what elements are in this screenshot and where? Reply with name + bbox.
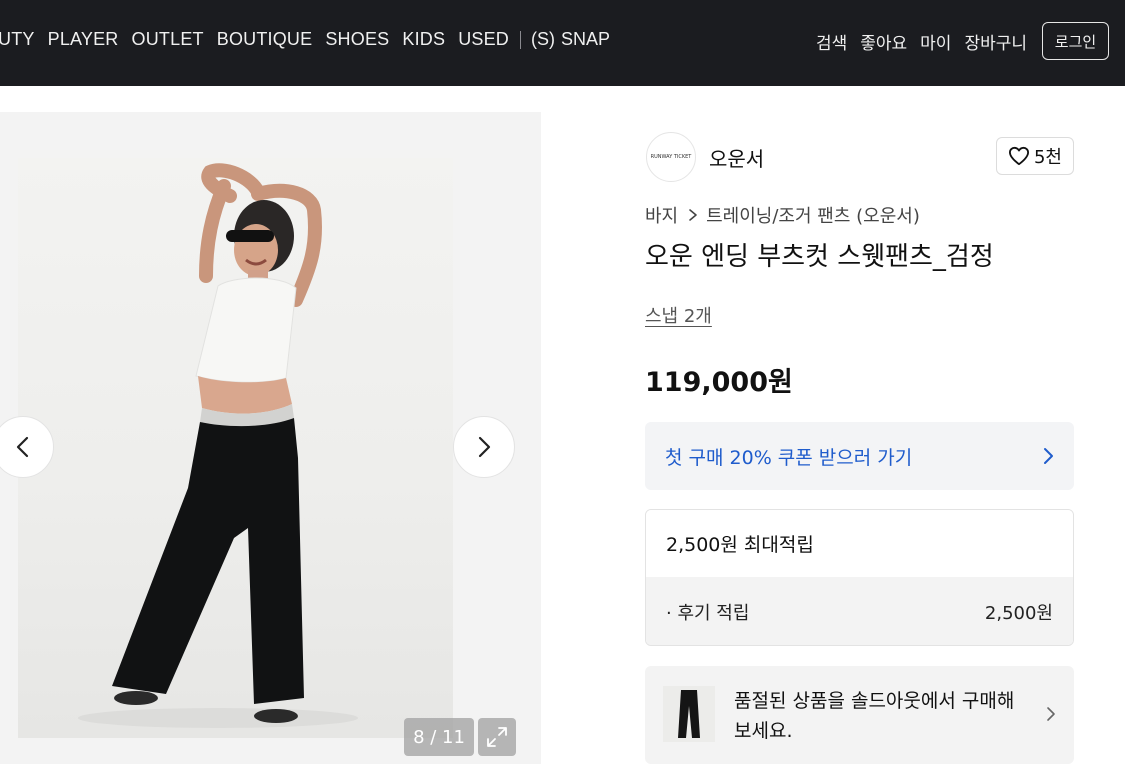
search-link[interactable]: 검색: [816, 29, 847, 54]
nav-item-outlet[interactable]: OUTLET: [132, 29, 204, 50]
chevron-right-icon: [1047, 707, 1055, 721]
cart-link[interactable]: 장바구니: [964, 29, 1027, 54]
category-nav: UTY PLAYER OUTLET BOUTIQUE SHOES KIDS US…: [0, 29, 610, 50]
expand-icon: [487, 727, 507, 747]
chevron-right-icon: [1044, 448, 1053, 464]
login-button[interactable]: 로그인: [1042, 22, 1109, 60]
nav-item-boutique[interactable]: BOUTIQUE: [217, 29, 313, 50]
chevron-left-icon: [16, 436, 29, 458]
points-label: · 후기 적립: [666, 602, 750, 624]
my-page-link[interactable]: 마이: [920, 29, 951, 54]
breadcrumb-subcategory[interactable]: 트레이닝/조거 팬츠 (오운서): [706, 202, 920, 228]
product-price: 119,000원: [645, 367, 793, 398]
soldout-thumbnail: [663, 686, 715, 742]
points-header: 2,500원 최대적립: [646, 510, 1073, 577]
points-box: 2,500원 최대적립 · 후기 적립 2,500원: [645, 509, 1074, 646]
nav-item-shoes[interactable]: SHOES: [325, 29, 389, 50]
nav-item-player[interactable]: PLAYER: [48, 29, 119, 50]
product-photo[interactable]: [18, 158, 453, 738]
like-button[interactable]: 5천: [996, 137, 1074, 175]
breadcrumb: 바지 트레이닝/조거 팬츠 (오운서): [645, 202, 920, 228]
product-info-panel: RUNWAY TICKET 오운서 5천 바지 트레이닝/조거 팬츠 (오운서)…: [620, 112, 1099, 764]
breadcrumb-category[interactable]: 바지: [645, 202, 678, 228]
soldout-banner[interactable]: 품절된 상품을 솔드아웃에서 구매해 보세요.: [645, 666, 1074, 764]
likes-link[interactable]: 좋아요: [860, 29, 907, 54]
pants-thumbnail-icon: [678, 690, 700, 738]
brand-name[interactable]: 오운서: [709, 143, 764, 172]
utility-nav: 검색 좋아요 마이 장바구니 로그인: [816, 22, 1109, 60]
heart-icon: [1008, 146, 1029, 166]
snap-count-link[interactable]: 스냅 2개: [645, 302, 712, 328]
coupon-text: 첫 구매 20% 쿠폰 받으러 가기: [665, 446, 913, 469]
nav-item-beauty[interactable]: UTY: [0, 29, 35, 50]
product-photo-illustration: [78, 163, 358, 728]
points-row: · 후기 적립 2,500원: [646, 577, 1073, 645]
nav-divider: [520, 30, 521, 49]
nav-item-snap[interactable]: (S) SNAP: [531, 29, 610, 50]
product-title: 오운 엔딩 부츠컷 스웻팬츠_검정: [645, 242, 994, 272]
like-count: 5천: [1033, 147, 1062, 168]
image-counter: 8 / 11: [404, 718, 474, 756]
chevron-right-icon: [688, 208, 698, 222]
points-value: 2,500원: [984, 602, 1053, 624]
chevron-right-icon: [478, 436, 491, 458]
soldout-text: 품절된 상품을 솔드아웃에서 구매해 보세요.: [734, 690, 1015, 742]
snap-logo-icon: (S): [531, 29, 556, 49]
expand-button[interactable]: [478, 718, 516, 756]
coupon-banner[interactable]: 첫 구매 20% 쿠폰 받으러 가기: [645, 422, 1074, 490]
brand-logo[interactable]: RUNWAY TICKET: [646, 132, 696, 182]
snap-label: SNAP: [561, 29, 611, 49]
nav-item-used[interactable]: USED: [458, 29, 509, 50]
gallery-next-button[interactable]: [453, 416, 515, 478]
top-navigation-bar: UTY PLAYER OUTLET BOUTIQUE SHOES KIDS US…: [0, 0, 1125, 86]
product-gallery: [0, 112, 541, 764]
nav-item-kids[interactable]: KIDS: [402, 29, 445, 50]
